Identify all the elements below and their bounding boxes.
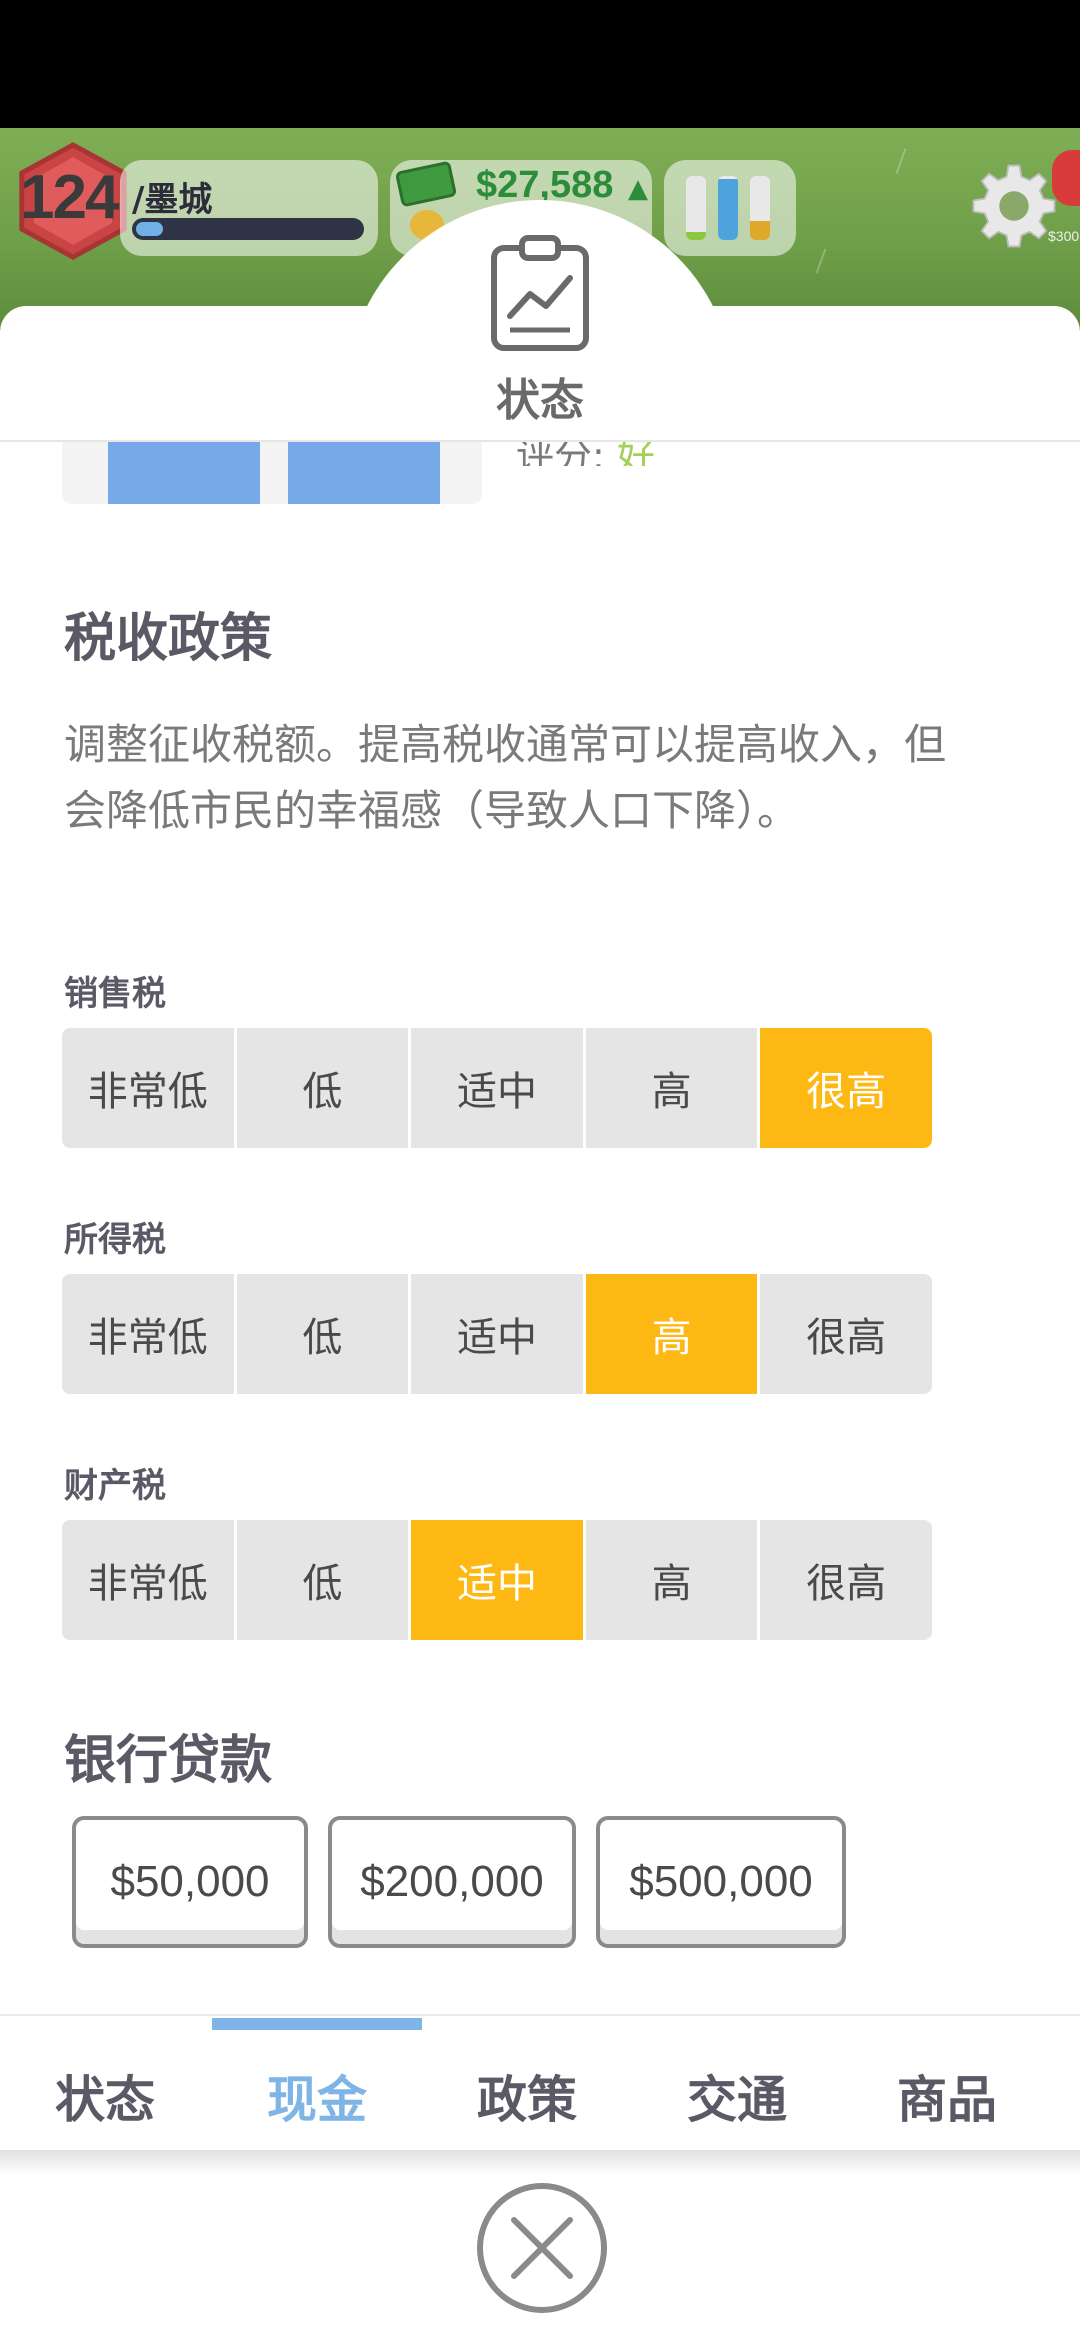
notification-badge[interactable]: [1052, 150, 1080, 206]
tax-option[interactable]: 低: [236, 1520, 412, 1640]
status-bar: [0, 0, 1080, 128]
tax-option[interactable]: 低: [236, 1274, 412, 1394]
income-tax-selector: 非常低低适中高很高: [62, 1274, 932, 1394]
tax-option[interactable]: 很高: [760, 1274, 932, 1394]
tax-option[interactable]: 高: [585, 1520, 761, 1640]
city-progress-fill: [136, 222, 163, 236]
loan-button-500000[interactable]: $500,000: [596, 1816, 846, 1948]
tax-option[interactable]: 高: [585, 1028, 761, 1148]
sales-tax-label: 销售税: [64, 974, 166, 1014]
level-number: 124: [20, 163, 119, 232]
income-tax-label: 所得税: [64, 1220, 166, 1260]
city-name: /墨城: [132, 180, 213, 220]
tax-option[interactable]: 高: [585, 1274, 761, 1394]
scroll-mask: [0, 420, 1080, 442]
stat-bar-green: [686, 176, 706, 240]
close-icon[interactable]: [474, 2180, 610, 2316]
loan-button-200000[interactable]: $200,000: [328, 1816, 576, 1948]
tax-policy-description: 调整征收税额。提高税收通常可以提高收入，但会降低市民的幸福感（导致人口下降）。: [64, 720, 947, 835]
up-arrow-icon: ▲: [628, 174, 648, 204]
tax-option[interactable]: 适中: [411, 1028, 586, 1148]
chart-bar: [288, 442, 440, 504]
tax-option[interactable]: 低: [236, 1028, 412, 1148]
loan-button-50000[interactable]: $50,000: [72, 1816, 308, 1948]
tabs-shadow: [0, 2150, 1080, 2174]
chart-bar: [108, 442, 260, 504]
clipboard-chart-icon: [491, 235, 589, 351]
tab-policy[interactable]: 政策: [422, 2060, 632, 2132]
active-tab-indicator: [212, 2018, 422, 2030]
tax-option[interactable]: 很高: [760, 1520, 932, 1640]
tabs-divider: [0, 2014, 1080, 2016]
tax-option[interactable]: 非常低: [62, 1028, 237, 1148]
tax-option[interactable]: 适中: [411, 1520, 586, 1640]
tab-status[interactable]: 状态: [0, 2060, 210, 2132]
tax-option[interactable]: 非常低: [62, 1520, 237, 1640]
property-tax-selector: 非常低低适中高很高: [62, 1520, 932, 1640]
tab-goods[interactable]: 商品: [842, 2060, 1052, 2132]
tab-cash[interactable]: 现金: [212, 2060, 422, 2132]
tab-traffic[interactable]: 交通: [632, 2060, 842, 2132]
sales-tax-selector: 非常低低适中高很高: [62, 1028, 932, 1148]
tax-option[interactable]: 很高: [760, 1028, 932, 1148]
city-progress-bar: [132, 218, 364, 240]
property-tax-label: 财产税: [64, 1466, 166, 1506]
gear-icon[interactable]: [968, 160, 1060, 252]
stat-bar-orange: [750, 176, 770, 240]
tax-option[interactable]: 非常低: [62, 1274, 237, 1394]
header-divider: [0, 440, 1080, 442]
tax-policy-title: 税收政策: [64, 609, 273, 669]
stat-bar-blue: [718, 176, 738, 240]
bank-loan-title: 银行贷款: [64, 1731, 273, 1791]
tax-option[interactable]: 适中: [411, 1274, 586, 1394]
notification-amount: $300: [1048, 228, 1080, 244]
panel-title: 状态: [496, 375, 584, 426]
